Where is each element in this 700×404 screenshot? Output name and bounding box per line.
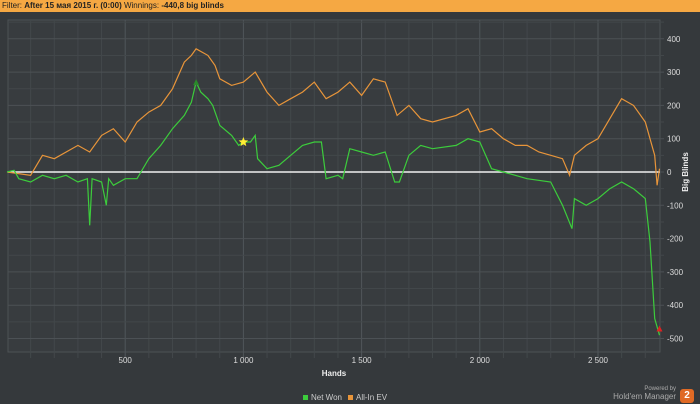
legend: Net Won All-In EV	[303, 393, 387, 402]
legend-net-won[interactable]: Net Won	[303, 393, 342, 402]
plot-area	[7, 19, 661, 353]
legend-all-in-ev[interactable]: All-In EV	[347, 393, 387, 402]
x-axis-title: Hands	[322, 369, 347, 378]
y-tick-label: 0	[667, 168, 672, 177]
winnings-chart: 500 1 000 1 500 2 000 2 500 400 300 200 100 0 -100…	[6, 19, 690, 378]
hem2-logo-icon: 2	[680, 389, 694, 403]
y-tick-label: -300	[667, 268, 684, 277]
y-tick-label: 200	[667, 101, 681, 110]
y-tick-label: -500	[667, 335, 684, 344]
product-name: Hold'em Manager	[613, 392, 676, 401]
x-tick-label: 500	[119, 356, 133, 365]
y-tick-label: -400	[667, 301, 684, 310]
x-tick-label: 1 000	[233, 356, 254, 365]
x-tick-label: 2 500	[588, 356, 609, 365]
y-axis-title: Big Blinds	[681, 152, 690, 192]
y-tick-label: 100	[667, 135, 681, 144]
powered-by: Powered by Hold'em Manager	[613, 386, 676, 401]
y-tick-label: -100	[667, 201, 684, 210]
y-tick-label: 300	[667, 68, 681, 77]
y-tick-label: -200	[667, 235, 684, 244]
y-tick-label: 400	[667, 35, 681, 44]
x-tick-label: 2 000	[470, 356, 491, 365]
x-tick-label: 1 500	[352, 356, 373, 365]
